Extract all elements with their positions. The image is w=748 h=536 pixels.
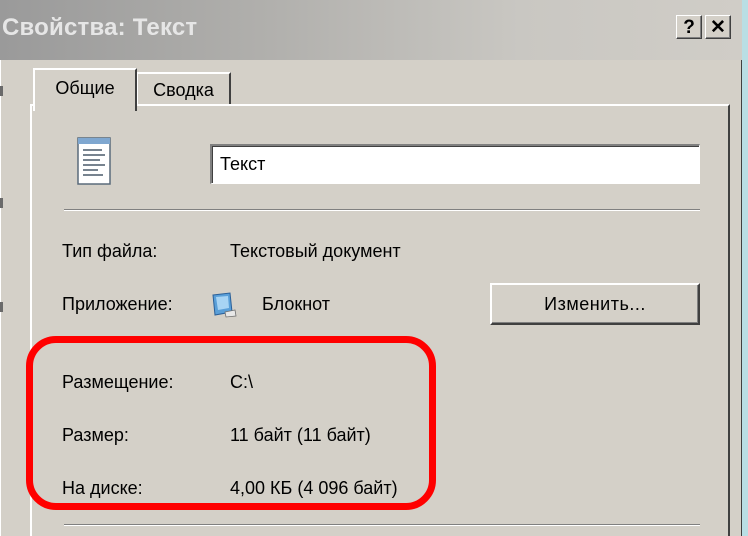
file-type-label: Тип файла: bbox=[62, 241, 158, 261]
application-value: Блокнот bbox=[262, 294, 331, 314]
change-button[interactable]: Изменить... bbox=[490, 283, 700, 325]
edge-mark bbox=[0, 302, 3, 312]
application-label: Приложение: bbox=[62, 294, 173, 314]
window-title: Свойства: Текст bbox=[2, 14, 198, 41]
screen: Свойства: Текст ? ✕ Общие Сводка Тип фай… bbox=[0, 0, 748, 536]
file-name-input[interactable] bbox=[210, 144, 700, 184]
title-bar[interactable]: Свойства: Текст ? ✕ bbox=[0, 0, 742, 60]
notepad-document-icon bbox=[77, 137, 111, 185]
notepad-app-icon bbox=[212, 292, 237, 318]
properties-dialog: Свойства: Текст ? ✕ Общие Сводка Тип фай… bbox=[0, 0, 742, 536]
file-type-value: Текстовый документ bbox=[230, 241, 401, 261]
separator bbox=[64, 209, 700, 211]
help-icon: ? bbox=[683, 16, 695, 38]
highlight-frame bbox=[26, 336, 436, 510]
close-icon: ✕ bbox=[710, 16, 726, 38]
tab-general[interactable]: Общие bbox=[33, 68, 137, 111]
help-button[interactable]: ? bbox=[676, 15, 702, 39]
separator bbox=[64, 524, 700, 526]
edge-mark bbox=[0, 198, 3, 208]
edge-mark bbox=[0, 86, 3, 96]
tab-summary[interactable]: Сводка bbox=[136, 72, 231, 106]
close-button[interactable]: ✕ bbox=[705, 15, 731, 39]
